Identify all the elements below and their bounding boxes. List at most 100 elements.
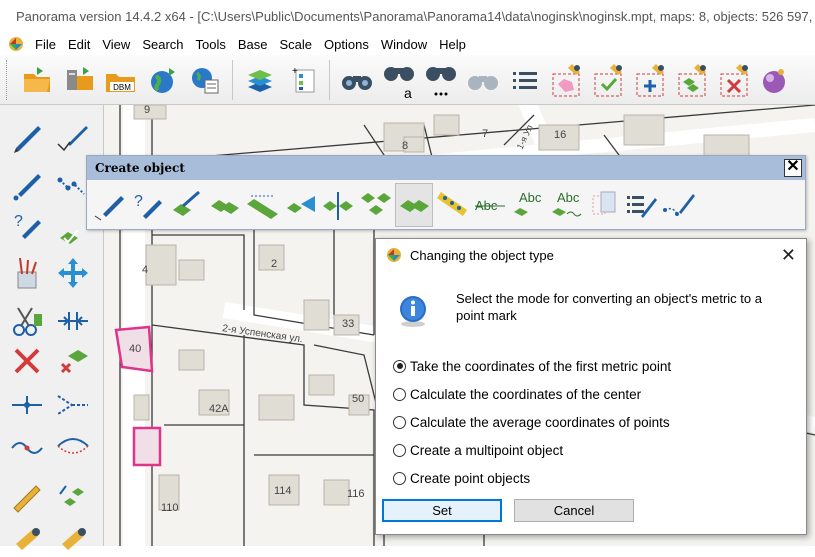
- svg-text:?: ?: [134, 193, 143, 210]
- option-average[interactable]: Calculate the average coordinates of poi…: [393, 412, 670, 432]
- arc-icon: [57, 438, 89, 454]
- binoculars-disabled-icon: [468, 75, 498, 90]
- option-first-point[interactable]: Take the coordinates of the first metric…: [393, 356, 671, 376]
- option-center[interactable]: Calculate the coordinates of the center: [393, 384, 641, 404]
- remove-selection-button[interactable]: [714, 58, 756, 102]
- create-object-panel-header[interactable]: Create object: [87, 156, 805, 180]
- delete-object-tool[interactable]: [52, 341, 94, 381]
- layers-button[interactable]: [239, 58, 281, 102]
- edit-object-tool[interactable]: [6, 165, 48, 205]
- menu-help[interactable]: Help: [434, 37, 473, 52]
- panorama-menu-icon[interactable]: [8, 36, 24, 52]
- create-tool-arrow-area[interactable]: [281, 183, 319, 227]
- rotate-objects-icon: [59, 485, 84, 506]
- ruler-tool[interactable]: [6, 477, 48, 517]
- create-object-panel-close-button[interactable]: ✕: [784, 159, 802, 177]
- branch-icon: [57, 395, 88, 415]
- create-tool-split-area[interactable]: [319, 183, 357, 227]
- menu-scale[interactable]: Scale: [275, 37, 320, 52]
- pencil-question-icon: ?: [134, 193, 162, 219]
- rotate-tool[interactable]: [52, 477, 94, 517]
- set-button[interactable]: Set: [382, 499, 502, 522]
- create-tool-line-points[interactable]: [661, 183, 699, 227]
- search-disabled-button[interactable]: [462, 58, 504, 102]
- open-data-button[interactable]: [58, 58, 100, 102]
- menu-base[interactable]: Base: [233, 37, 275, 52]
- curve-tool[interactable]: [6, 425, 48, 465]
- split-area-icon: [323, 192, 353, 220]
- create-tool-check[interactable]: [167, 183, 205, 227]
- menu-edit[interactable]: Edit: [63, 37, 97, 52]
- create-tool-area[interactable]: [205, 183, 243, 227]
- search-points-button[interactable]: [420, 58, 462, 102]
- flashlight-area-tool[interactable]: [52, 517, 94, 557]
- layers-icon: [248, 69, 272, 92]
- option-point-objects[interactable]: Create point objects: [393, 468, 530, 488]
- create-tool-point-mark[interactable]: [395, 183, 433, 227]
- dbm-button[interactable]: DBM: [100, 58, 142, 102]
- branch-tool[interactable]: [52, 385, 94, 425]
- toolbar-grip[interactable]: [6, 59, 10, 100]
- create-object-tools: ? Abc Abc Abc: [91, 183, 699, 227]
- select-area-button[interactable]: [546, 58, 588, 102]
- globe-icon: [151, 67, 175, 93]
- menu-options[interactable]: Options: [319, 37, 376, 52]
- check-object-icon: [60, 229, 79, 244]
- menu-file[interactable]: File: [30, 37, 63, 52]
- menu-window[interactable]: Window: [376, 37, 434, 52]
- create-tool-strike-text[interactable]: Abc: [471, 183, 509, 227]
- add-selection-button[interactable]: [630, 58, 672, 102]
- search-button[interactable]: [336, 58, 378, 102]
- open-map-button[interactable]: [16, 58, 58, 102]
- create-tool-areas-group[interactable]: [357, 183, 395, 227]
- menu-view[interactable]: View: [97, 37, 137, 52]
- map-label-40: 40: [129, 343, 141, 355]
- globe-document-button[interactable]: [184, 58, 226, 102]
- arc-tool[interactable]: [52, 425, 94, 465]
- create-tool-dotted-line[interactable]: [433, 183, 471, 227]
- transform-tool[interactable]: [52, 253, 94, 293]
- radio-center[interactable]: [393, 387, 406, 401]
- cancel-button[interactable]: Cancel: [514, 499, 634, 522]
- paint-tool[interactable]: [6, 253, 48, 293]
- dialog-title-bar[interactable]: Changing the object type: [376, 239, 806, 271]
- copy-disabled-icon: [592, 191, 616, 215]
- cut-tool[interactable]: [6, 301, 48, 341]
- radio-point-objects[interactable]: [393, 471, 406, 485]
- create-tool-text-curve[interactable]: Abc: [547, 183, 585, 227]
- create-tool-copy-disabled[interactable]: [585, 183, 623, 227]
- sphere-button[interactable]: [756, 58, 786, 102]
- search-text-button[interactable]: a: [378, 58, 420, 102]
- create-object-tool[interactable]: [6, 117, 48, 157]
- flashlight-tool[interactable]: [6, 517, 48, 557]
- radio-multipoint[interactable]: [393, 443, 406, 457]
- select-point-icon: [594, 63, 622, 96]
- create-line-tool[interactable]: [52, 117, 94, 157]
- panorama-dialog-icon: [387, 248, 401, 262]
- delete-tool[interactable]: [6, 341, 48, 381]
- create-tool-text-mark[interactable]: Abc: [509, 183, 547, 227]
- open-data-icon: [67, 66, 93, 90]
- select-multiple-button[interactable]: [672, 58, 714, 102]
- option-multipoint[interactable]: Create a multipoint object: [393, 440, 563, 460]
- create-tool-question[interactable]: ?: [129, 183, 167, 227]
- map-label-8: 8: [402, 140, 408, 152]
- delete-object-icon: [60, 350, 88, 374]
- select-point-button[interactable]: [588, 58, 630, 102]
- flashlight-area-icon: [62, 528, 86, 550]
- create-tool-pencil[interactable]: [91, 183, 129, 227]
- object-info-tool[interactable]: ?: [6, 205, 48, 245]
- list-button[interactable]: [504, 58, 546, 102]
- create-tool-area-multi[interactable]: [243, 183, 281, 227]
- add-point-tool[interactable]: [6, 385, 48, 425]
- radio-average[interactable]: [393, 415, 406, 429]
- create-object-panel-title: Create object: [95, 161, 185, 175]
- menu-search[interactable]: Search: [137, 37, 190, 52]
- create-tool-list-edit[interactable]: [623, 183, 661, 227]
- split-tool[interactable]: [52, 301, 94, 341]
- globe-button[interactable]: [142, 58, 184, 102]
- radio-first-point[interactable]: [393, 359, 406, 373]
- legend-button[interactable]: +: [281, 58, 323, 102]
- menu-tools[interactable]: Tools: [191, 37, 233, 52]
- dialog-close-button[interactable]: ✕: [781, 245, 796, 266]
